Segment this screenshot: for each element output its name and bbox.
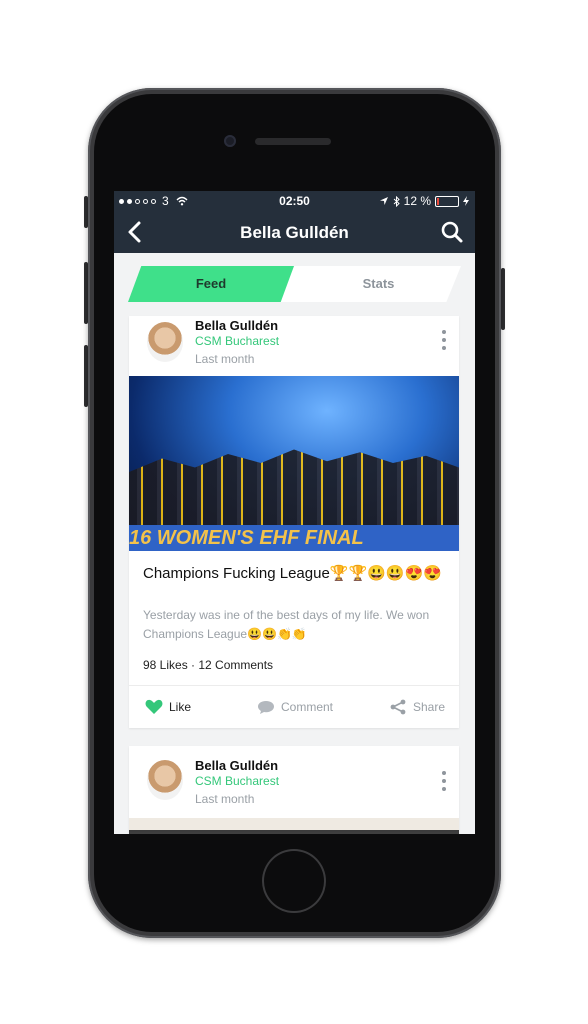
comment-icon	[258, 700, 274, 714]
share-icon	[390, 699, 406, 715]
heart-icon	[145, 699, 163, 714]
post-card: Bella Gulldén CSM Bucharest Last month	[129, 746, 459, 834]
avatar[interactable]	[147, 322, 183, 362]
share-button[interactable]: Share	[389, 686, 445, 728]
nav-bar: Bella Gulldén	[114, 211, 475, 253]
bluetooth-icon	[393, 195, 400, 207]
like-label: Like	[169, 700, 192, 714]
photo-crowd	[129, 449, 459, 526]
post-photo[interactable]	[129, 818, 459, 834]
post-timestamp: Last month	[195, 792, 255, 806]
battery-percent: 12 %	[403, 194, 431, 208]
kebab-dot	[442, 779, 446, 783]
more-options-icon[interactable]	[441, 771, 447, 791]
kebab-dot	[442, 771, 446, 775]
comment-label: Comment	[281, 700, 334, 714]
tab-feed[interactable]: Feed	[128, 266, 294, 302]
photo-banner-text: 16 WOMEN'S EHF FINAL	[129, 525, 459, 551]
post-author[interactable]: Bella Gulldén	[195, 758, 278, 773]
kebab-dot	[442, 330, 446, 334]
more-options-icon[interactable]	[441, 330, 447, 350]
power-button	[501, 268, 505, 330]
avatar[interactable]	[147, 760, 183, 800]
kebab-dot	[442, 346, 446, 350]
post-engagement[interactable]: 98 Likes · 12 Comments	[143, 658, 273, 672]
share-label: Share	[413, 700, 446, 714]
home-button[interactable]	[262, 849, 326, 913]
search-icon[interactable]	[439, 219, 465, 245]
battery-icon	[435, 195, 459, 207]
post-actions: Like Comment Share	[129, 686, 459, 728]
tab-bar: Stats Feed	[128, 266, 461, 302]
tab-stats[interactable]: Stats	[278, 266, 461, 302]
battery-level	[437, 197, 439, 205]
kebab-dot	[442, 338, 446, 342]
location-arrow-icon	[379, 197, 388, 205]
page-title: Bella Gulldén	[240, 223, 349, 242]
post-body: Yesterday was ine of the best days of my…	[143, 608, 430, 641]
front-camera	[224, 135, 236, 147]
post-team[interactable]: CSM Bucharest	[195, 334, 279, 348]
post-timestamp: Last month	[195, 352, 255, 366]
post-card: Bella Gulldén CSM Bucharest Last month 1…	[129, 316, 459, 728]
charging-bolt-icon	[463, 196, 469, 206]
post-photo[interactable]: 16 WOMEN'S EHF FINAL	[129, 376, 459, 551]
post-author[interactable]: Bella Gulldén	[195, 318, 278, 333]
status-bar: 3 02:50 12 %	[114, 191, 475, 211]
like-button[interactable]: Like	[145, 686, 191, 728]
app-screen: 3 02:50 12 % Bella Gulldén Stats Feed Be…	[114, 191, 475, 834]
post-team[interactable]: CSM Bucharest	[195, 774, 279, 788]
earpiece-speaker	[255, 138, 331, 145]
comment-button[interactable]: Comment	[257, 686, 333, 728]
kebab-dot	[442, 787, 446, 791]
post-title: Champions Fucking League🏆🏆😃😃😍😍	[143, 565, 442, 582]
status-right: 12 %	[379, 194, 469, 208]
